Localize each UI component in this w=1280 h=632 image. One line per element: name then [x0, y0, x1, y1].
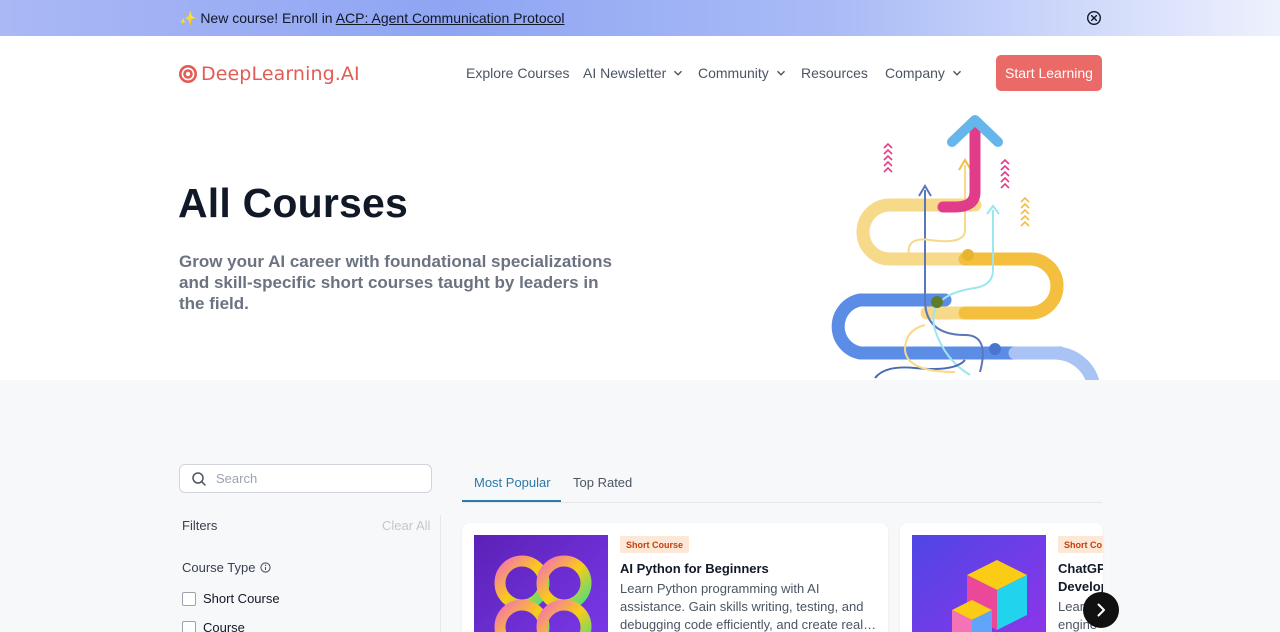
chevron-down-icon — [952, 70, 961, 76]
course-type-badge: Short Co — [1058, 536, 1103, 553]
announcement-link[interactable]: ACP: Agent Communication Protocol — [336, 10, 565, 26]
chevron-down-icon — [674, 70, 683, 76]
page-subtitle: Grow your AI career with foundational sp… — [179, 252, 612, 313]
tab-most-popular[interactable]: Most Popular — [474, 475, 551, 490]
nav-community[interactable]: Community — [698, 65, 786, 81]
tab-top-rated[interactable]: Top Rated — [573, 475, 632, 490]
announcement-text: ✨ New course! Enroll in ACP: Agent Commu… — [179, 10, 565, 27]
course-type-label: Course Type — [182, 560, 256, 575]
nav-resources[interactable]: Resources — [801, 65, 868, 81]
search-icon — [192, 472, 206, 486]
nav-resources-label: Resources — [801, 65, 868, 81]
logo-mark-icon — [179, 65, 197, 83]
announcement-prefix: ✨ New course! Enroll in — [179, 10, 336, 26]
nav-explore-courses[interactable]: Explore Courses — [466, 65, 570, 81]
nav-company-label: Company — [885, 65, 945, 81]
carousel-next-button[interactable] — [1083, 592, 1119, 628]
filter-option-label: Course — [203, 620, 245, 632]
close-icon[interactable] — [1086, 10, 1102, 26]
logo[interactable]: DeepLearning.AI — [178, 63, 360, 85]
filter-option-course[interactable]: Course — [182, 620, 245, 632]
course-card[interactable]: Short Course AI Python for Beginners Lea… — [462, 523, 888, 632]
chevron-right-icon — [1097, 603, 1105, 617]
nav-explore-courses-label: Explore Courses — [466, 65, 570, 81]
search-input[interactable]: Search — [179, 464, 432, 493]
course-description: Learn Python programming with AI assista… — [620, 581, 877, 632]
search-placeholder: Search — [216, 471, 258, 486]
active-tab-indicator — [462, 500, 561, 502]
tab-divider — [462, 502, 1102, 503]
course-title-line: ChatGP — [1058, 561, 1103, 576]
course-thumbnail — [912, 535, 1046, 632]
course-type-heading: Course Type — [182, 560, 272, 575]
nav-company[interactable]: Company — [885, 65, 962, 81]
course-card[interactable]: Short Co ChatGP Develop Learn engine — [900, 523, 1103, 632]
filters-heading: Filters — [182, 518, 218, 533]
announcement-banner: ✨ New course! Enroll in ACP: Agent Commu… — [0, 0, 1280, 36]
logo-text: DeepLearning.AI — [201, 63, 360, 85]
nav-ai-newsletter-label: AI Newsletter — [583, 65, 667, 81]
checkbox[interactable] — [182, 620, 196, 632]
sidebar-divider — [440, 515, 441, 632]
hero-illustration — [831, 115, 1100, 380]
info-icon[interactable] — [260, 562, 272, 573]
site-header: DeepLearning.AI Explore Courses AI Newsl… — [0, 36, 1280, 110]
nav-ai-newsletter[interactable]: AI Newsletter — [583, 65, 683, 81]
page-title: All Courses — [178, 180, 409, 226]
checkbox[interactable] — [182, 591, 196, 606]
filter-option-short-course[interactable]: Short Course — [182, 591, 280, 606]
nav-community-label: Community — [698, 65, 769, 81]
filter-option-label: Short Course — [203, 591, 280, 606]
course-title: AI Python for Beginners — [620, 561, 769, 576]
course-thumbnail — [474, 535, 608, 632]
course-type-badge: Short Course — [620, 536, 690, 553]
clear-all-button[interactable]: Clear All — [382, 518, 430, 533]
chevron-down-icon — [776, 70, 785, 76]
start-learning-button[interactable]: Start Learning — [996, 55, 1102, 91]
